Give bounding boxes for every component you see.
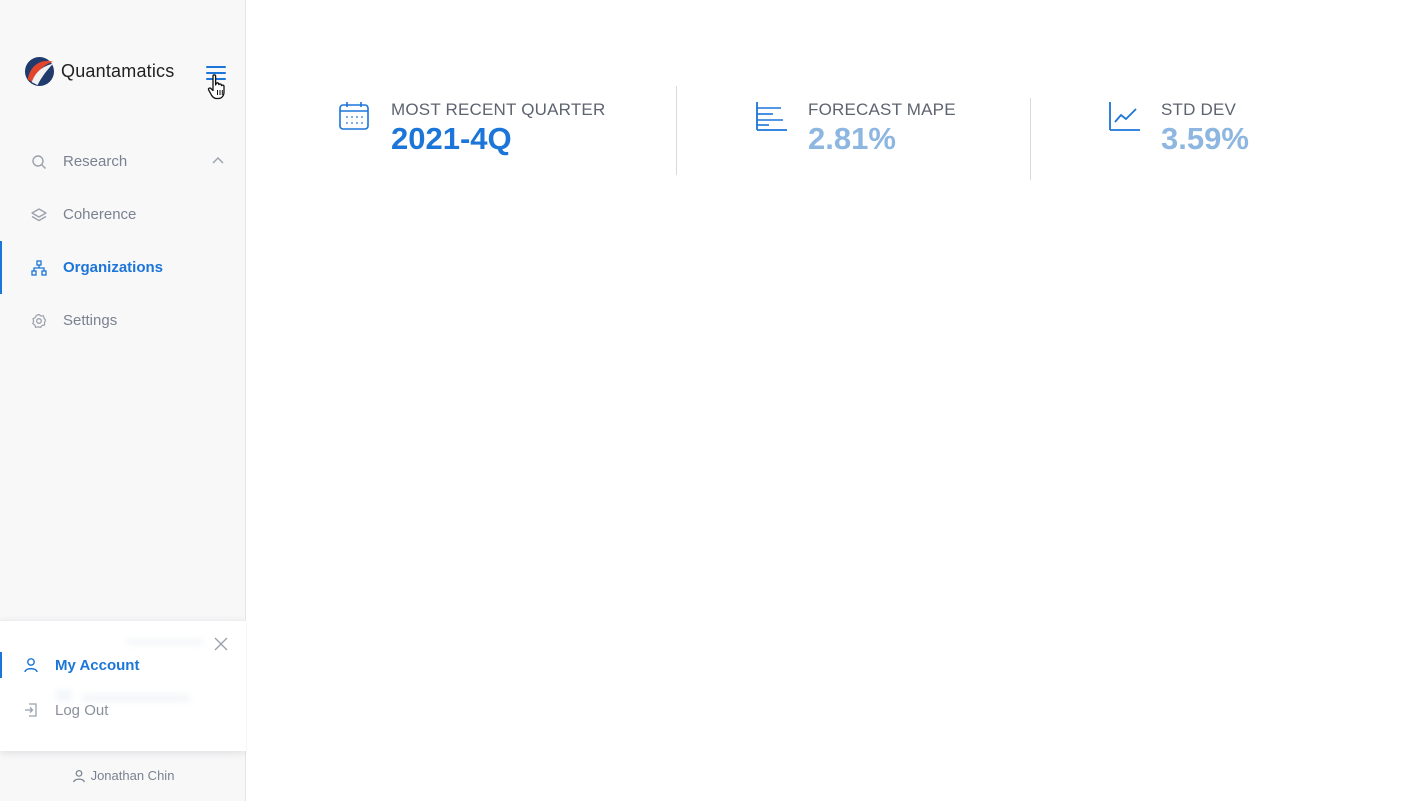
main-content: MOST RECENT QUARTER 2021-4Q FORECAST MAP…	[247, 0, 1423, 801]
sidebar-item-label: Organizations	[63, 259, 164, 276]
sidebar-item-research[interactable]: Research	[0, 135, 246, 188]
sitemap-icon	[31, 259, 47, 276]
stat-label: MOST RECENT QUARTER	[391, 100, 606, 119]
faded-placeholder	[126, 639, 204, 645]
sidebar: Quantamatics Research Coherence Organiza…	[0, 0, 246, 801]
logo[interactable]: Quantamatics	[24, 56, 174, 87]
hand-cursor-icon	[207, 74, 225, 100]
app-name: Quantamatics	[61, 61, 175, 81]
sidebar-item-label: Settings	[63, 312, 118, 329]
user-name: Jonathan Chin	[90, 768, 175, 783]
logout-icon	[25, 703, 37, 717]
calendar-icon	[339, 102, 369, 130]
stat-label: STD DEV	[1161, 100, 1237, 119]
user-icon	[24, 658, 38, 673]
sidebar-nav: Research Coherence Organizations Setting…	[0, 135, 246, 347]
line-chart-icon	[1109, 102, 1140, 131]
stat-most-recent-quarter: MOST RECENT QUARTER 2021-4Q	[338, 100, 605, 158]
account-popup-menu: My Account Log Out	[0, 620, 246, 751]
stat-label: FORECAST MAPE	[808, 100, 956, 119]
stat-value: 3.59%	[1161, 121, 1249, 156]
bar-lines-icon	[756, 102, 787, 131]
stat-value: 2.81%	[808, 121, 896, 156]
search-icon	[32, 154, 46, 169]
my-account-label: My Account	[55, 656, 140, 674]
log-out-label: Log Out	[55, 701, 109, 719]
my-account-link[interactable]: My Account	[0, 652, 223, 678]
stat-forecast-mape: FORECAST MAPE 2.81%	[755, 100, 956, 158]
close-icon[interactable]	[214, 637, 228, 651]
quantamatics-logo-icon	[24, 56, 55, 87]
sidebar-item-organizations[interactable]: Organizations	[0, 241, 246, 294]
sidebar-item-label: Coherence	[63, 206, 137, 223]
current-user[interactable]: Jonathan Chin	[0, 750, 246, 801]
chevron-up-icon[interactable]	[212, 156, 224, 164]
stat-std-dev: STD DEV 3.59%	[1108, 100, 1249, 158]
sidebar-item-coherence[interactable]: Coherence	[0, 188, 246, 241]
divider	[1030, 98, 1031, 180]
log-out-link[interactable]: Log Out	[0, 697, 223, 723]
stat-value: 2021-4Q	[391, 121, 512, 156]
gear-icon	[32, 313, 47, 328]
user-icon	[72, 769, 85, 782]
divider	[676, 86, 677, 175]
sidebar-item-settings[interactable]: Settings	[0, 294, 246, 347]
sidebar-item-label: Research	[63, 153, 128, 170]
layers-icon	[31, 207, 47, 221]
